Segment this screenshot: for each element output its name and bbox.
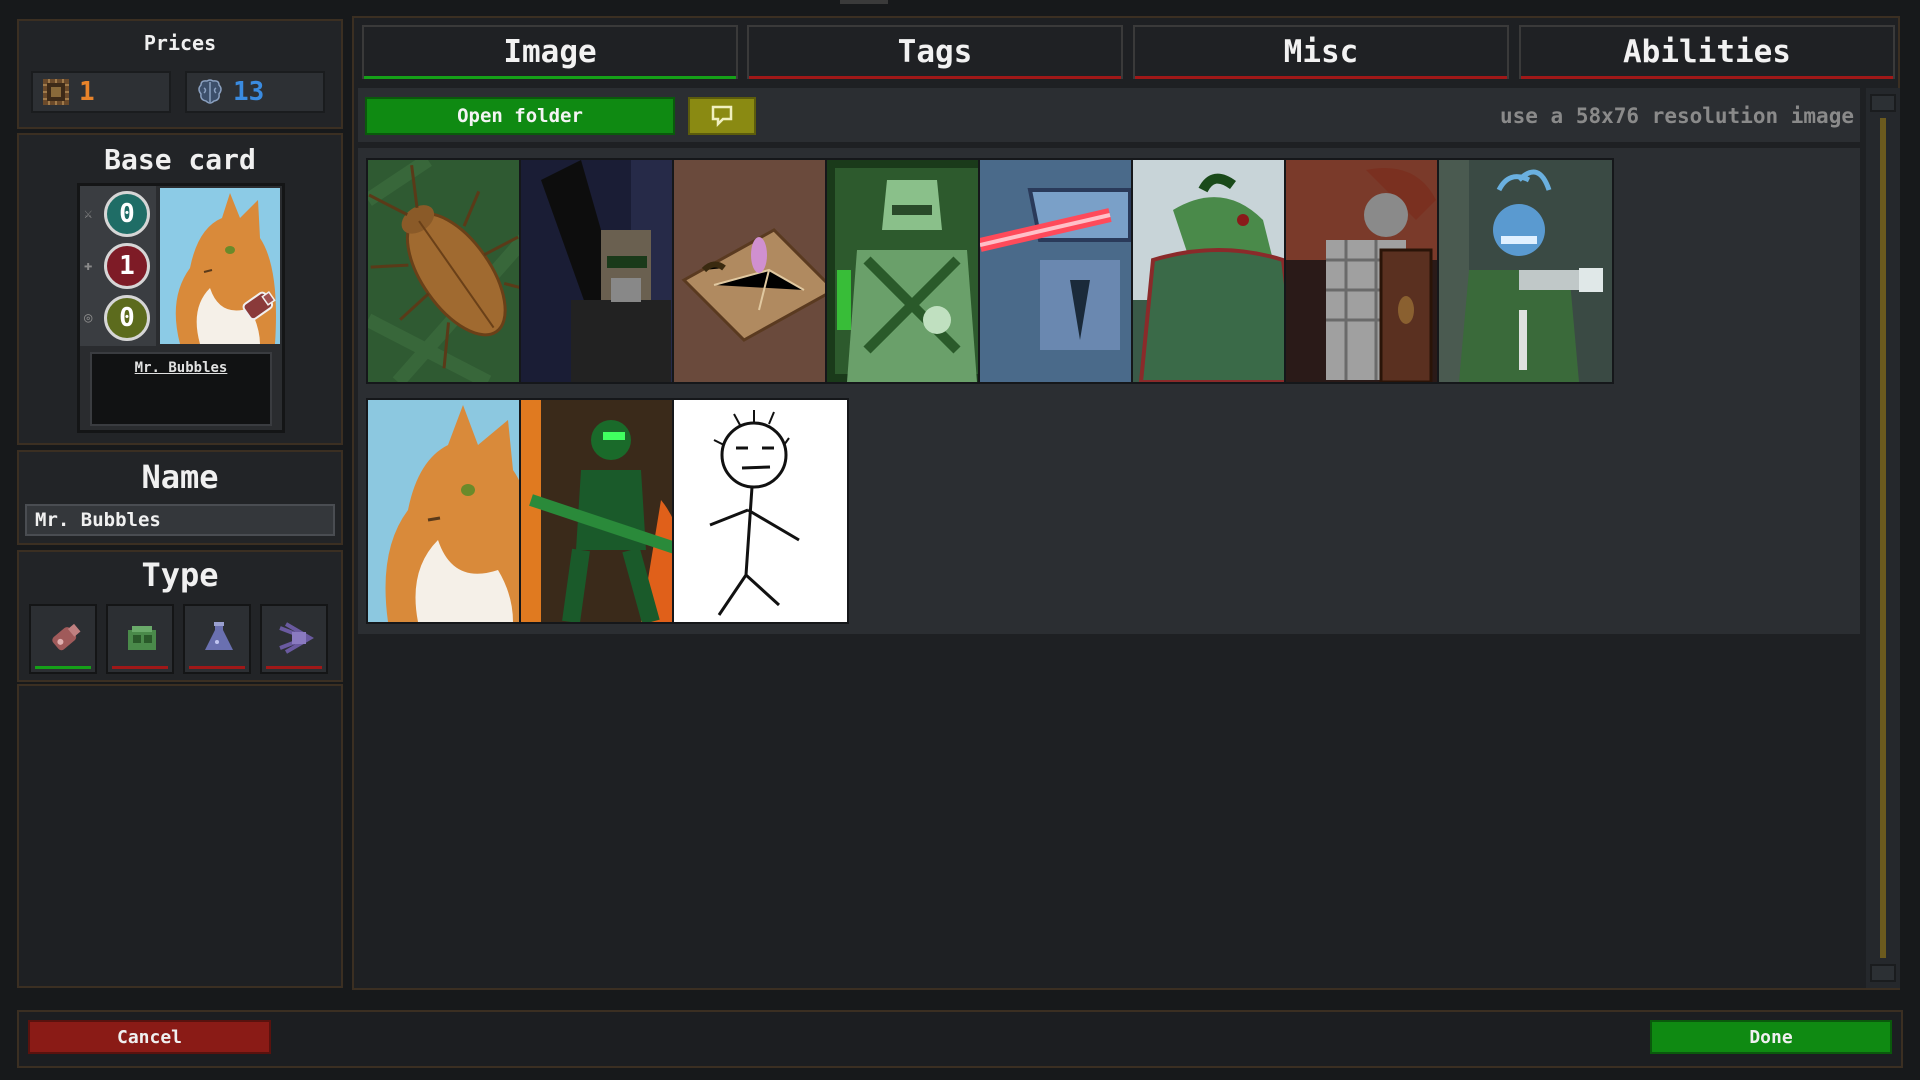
- type-beast-button[interactable]: [260, 604, 328, 674]
- gallery-scrollbar[interactable]: [1866, 88, 1900, 988]
- tab-image-indicator: [364, 76, 736, 79]
- type-beast-indicator: [266, 666, 322, 669]
- type-magic-button[interactable]: [183, 604, 251, 674]
- name-input[interactable]: [25, 504, 335, 536]
- type-magic-indicator: [189, 666, 245, 669]
- health-symbol: ✚: [84, 258, 93, 274]
- scroll-down-cap[interactable]: [1870, 964, 1896, 982]
- crocodile-man-art: [1133, 160, 1306, 382]
- tab-misc-label: Misc: [1283, 34, 1359, 70]
- tab-tags[interactable]: Tags: [747, 25, 1123, 79]
- speech-bubble-icon: [711, 105, 733, 128]
- cockroach-art: [368, 160, 541, 382]
- scroll-up-cap[interactable]: [1870, 94, 1896, 112]
- tab-misc[interactable]: Misc: [1133, 25, 1509, 79]
- type-title: Type: [141, 556, 219, 594]
- beast-icon: [279, 622, 314, 654]
- resolution-hint: use a 58x76 resolution image: [1499, 104, 1854, 128]
- type-flesh-indicator: [35, 666, 91, 669]
- prices-panel: Prices 1 13: [17, 19, 343, 129]
- cost-value: 0: [104, 295, 150, 341]
- health-value: 1: [104, 243, 150, 289]
- help-button[interactable]: [688, 97, 756, 135]
- name-title: Name: [141, 458, 219, 496]
- image-stick-figure[interactable]: [672, 398, 849, 624]
- open-folder-button[interactable]: Open folder: [365, 97, 675, 135]
- image-laser-robot[interactable]: [978, 158, 1155, 384]
- image-cat-portrait[interactable]: [366, 398, 543, 624]
- bone-price-box: 1: [31, 71, 171, 113]
- type-panel: Type: [17, 550, 343, 682]
- image-green-knight[interactable]: [825, 158, 1002, 384]
- attack-stat: ⚔ 0: [80, 188, 156, 240]
- tab-abilities-indicator: [1521, 76, 1893, 79]
- type-mech-indicator: [112, 666, 168, 669]
- image-crocodile-man[interactable]: [1131, 158, 1308, 384]
- tab-image-label: Image: [503, 34, 597, 70]
- cat-portrait-art: [368, 400, 541, 622]
- cost-stat: ◎ 0: [80, 292, 156, 344]
- card-stats: ⚔ 0 ✚ 1 ◎ 0: [80, 186, 156, 346]
- tab-misc-indicator: [1135, 76, 1507, 79]
- health-stat: ✚ 1: [80, 240, 156, 292]
- tab-tags-label: Tags: [897, 34, 973, 70]
- bottom-bar: [17, 1010, 1903, 1068]
- cost-symbol: ◎: [84, 310, 93, 326]
- tab-abilities[interactable]: Abilities: [1519, 25, 1895, 79]
- green-knight-art: [827, 160, 1000, 382]
- image-cockroach[interactable]: [366, 158, 543, 384]
- scroll-track: [1880, 118, 1886, 958]
- tab-abilities-label: Abilities: [1623, 34, 1791, 70]
- flesh-icon: [52, 623, 81, 651]
- image-blue-alien-gunner[interactable]: [1437, 158, 1614, 384]
- left-empty-panel: [17, 684, 343, 988]
- card-preview: ⚔ 0 ✚ 1 ◎ 0 Mr. Bubbles: [77, 183, 285, 433]
- attack-symbol: ⚔: [84, 206, 93, 222]
- stick-figure-art: [674, 400, 847, 622]
- image-green-armored-soldier[interactable]: [519, 398, 696, 624]
- brain-price-value: 13: [233, 77, 265, 107]
- laser-robot-art: [980, 160, 1153, 382]
- card-name-label: Mr. Bubbles: [134, 360, 228, 376]
- mech-icon: [128, 626, 156, 650]
- base-card-panel: Base card ⚔ 0 ✚ 1 ◎ 0 Mr. Bubbles: [17, 133, 343, 445]
- brain-price-box: 13: [185, 71, 325, 113]
- image-parchment-map[interactable]: [672, 158, 849, 384]
- tab-tags-indicator: [749, 76, 1121, 79]
- blue-alien-gunner-art: [1439, 160, 1612, 382]
- base-card-title: Base card: [104, 143, 256, 176]
- image-armored-soldier[interactable]: [519, 158, 696, 384]
- done-button[interactable]: Done: [1650, 1020, 1892, 1054]
- magic-icon: [205, 622, 233, 650]
- prices-title: Prices: [143, 31, 217, 55]
- bone-price-value: 1: [79, 77, 95, 107]
- bone-chip-icon: [43, 79, 69, 105]
- type-flesh-button[interactable]: [29, 604, 97, 674]
- name-panel: Name: [17, 450, 343, 545]
- brain-icon: [198, 79, 222, 104]
- card-name-plate: Mr. Bubbles: [90, 352, 272, 426]
- image-shield-warrior[interactable]: [1284, 158, 1461, 384]
- parchment-map-art: [674, 160, 847, 382]
- card-art-cat: [160, 188, 280, 344]
- green-armored-soldier-art: [521, 400, 694, 622]
- image-gallery: [358, 148, 1860, 634]
- tab-image[interactable]: Image: [362, 25, 738, 79]
- type-mech-button[interactable]: [106, 604, 174, 674]
- top-notch: [840, 0, 888, 4]
- shield-warrior-art: [1286, 160, 1459, 382]
- attack-value: 0: [104, 191, 150, 237]
- cancel-button[interactable]: Cancel: [28, 1020, 271, 1054]
- armored-soldier-art: [521, 160, 694, 382]
